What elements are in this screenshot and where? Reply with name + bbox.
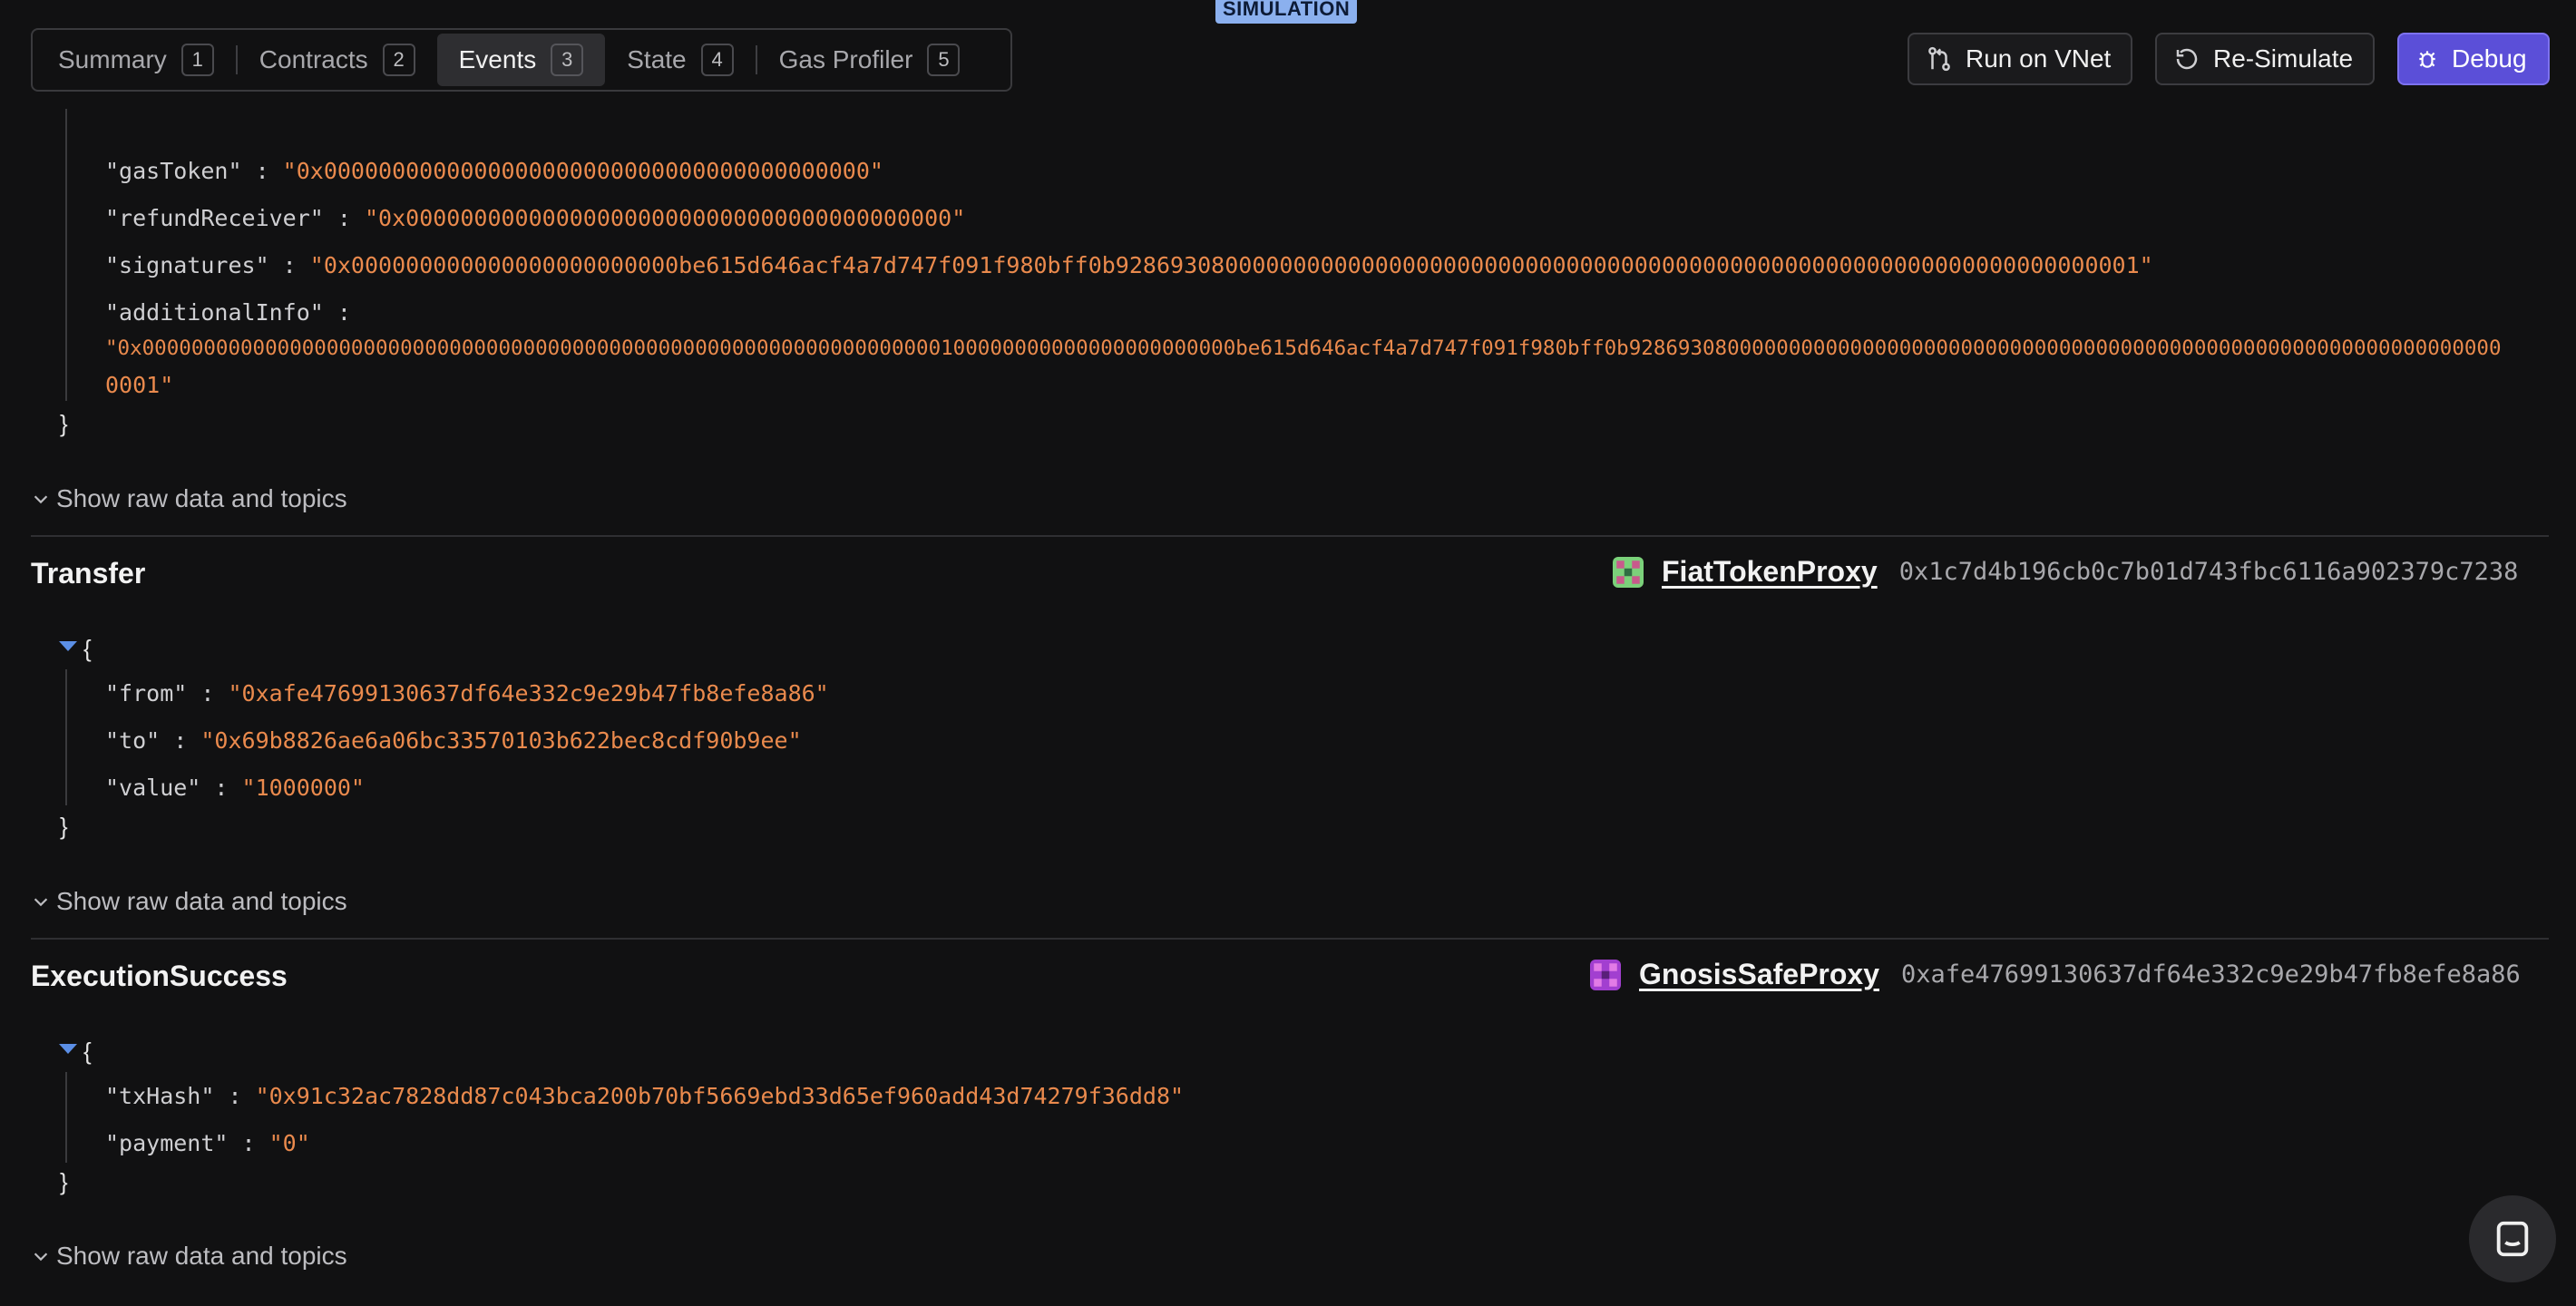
- json-close-brace: }: [60, 410, 68, 437]
- json-field: "refundReceiver" : "0x000000000000000000…: [105, 205, 966, 231]
- event-contract: GnosisSafeProxy 0xafe47699130637df64e332…: [1590, 958, 2521, 991]
- json-close-brace: }: [60, 1168, 68, 1195]
- chevron-down-icon: [34, 1252, 48, 1262]
- contract-avatar-icon: [1590, 959, 1621, 990]
- json-indent-guide: [65, 669, 67, 805]
- json-field: "gasToken" : "0x000000000000000000000000…: [105, 158, 883, 184]
- show-raw-data-toggle[interactable]: Show raw data and topics: [31, 484, 347, 513]
- collapse-caret-icon[interactable]: [59, 1044, 77, 1054]
- run-on-vnet-button[interactable]: Run on VNet: [1908, 33, 2132, 85]
- chat-launcher-button[interactable]: [2469, 1195, 2556, 1282]
- event-name: Transfer: [31, 557, 146, 590]
- tab-label: Contracts: [259, 45, 368, 73]
- json-open-brace: {: [83, 1038, 92, 1065]
- simulation-badge: SIMULATION: [1215, 0, 1358, 24]
- chevron-down-icon: [34, 898, 48, 907]
- json-field: "signatures" : "0x0000000000000000000000…: [105, 252, 2153, 278]
- json-open-brace: {: [83, 635, 92, 662]
- json-value: "0x0000000000000000000000000000000000000…: [105, 336, 2502, 360]
- tab-events[interactable]: Events 3: [436, 34, 606, 86]
- event-divider: [31, 938, 2549, 940]
- bug-icon: [2419, 51, 2435, 68]
- tab-contracts[interactable]: Contracts 2: [238, 34, 437, 86]
- tab-gas-profiler[interactable]: Gas Profiler 5: [757, 34, 982, 86]
- json-indent-guide: [65, 1072, 67, 1163]
- tab-shortcut: 5: [927, 44, 961, 76]
- json-field: "additionalInfo" :: [105, 299, 365, 326]
- contract-name-link[interactable]: FiatTokenProxy: [1662, 555, 1878, 589]
- tab-shortcut: 4: [700, 44, 734, 76]
- tab-shortcut: 3: [551, 44, 584, 76]
- show-raw-data-toggle[interactable]: Show raw data and topics: [31, 1242, 347, 1271]
- tab-state[interactable]: State 4: [605, 34, 755, 86]
- event-contract: FiatTokenProxy 0x1c7d4b196cb0c7b01d743fb…: [1613, 555, 2518, 589]
- tab-label: Events: [458, 45, 537, 73]
- tab-label: Summary: [58, 45, 167, 73]
- contract-address: 0xafe47699130637df64e332c9e29b47fb8efe8a…: [1901, 960, 2521, 989]
- re-simulate-button[interactable]: Re-Simulate: [2155, 33, 2375, 85]
- json-indent-guide: [65, 109, 67, 401]
- tab-shortcut: 2: [382, 44, 415, 76]
- tab-summary[interactable]: Summary 1: [36, 34, 236, 86]
- chat-icon: [2496, 1221, 2529, 1257]
- show-raw-label: Show raw data and topics: [56, 1242, 347, 1270]
- re-simulate-label: Re-Simulate: [2213, 44, 2354, 73]
- json-field: "to" : "0x69b8826ae6a06bc33570103b622bec…: [105, 727, 802, 754]
- event-name: ExecutionSuccess: [31, 960, 288, 992]
- json-field: "from" : "0xafe47699130637df64e332c9e29b…: [105, 680, 829, 707]
- debug-button[interactable]: Debug: [2397, 33, 2550, 85]
- run-on-vnet-label: Run on VNet: [1966, 44, 2112, 73]
- show-raw-label: Show raw data and topics: [56, 484, 347, 512]
- show-raw-label: Show raw data and topics: [56, 887, 347, 915]
- tab-label: Gas Profiler: [778, 45, 913, 73]
- tab-bar: Summary 1 Contracts 2 Events 3 State 4 Gas P…: [31, 28, 1012, 92]
- json-field: "txHash" : "0x91c32ac7828dd87c043bca200b…: [105, 1083, 1185, 1109]
- chevron-down-icon: [34, 495, 48, 504]
- tab-shortcut: 1: [181, 44, 214, 76]
- json-field: "payment" : "0": [105, 1130, 310, 1156]
- collapse-caret-icon[interactable]: [59, 641, 77, 651]
- debug-label: Debug: [2452, 44, 2527, 73]
- json-field: "value" : "1000000": [105, 775, 365, 801]
- show-raw-data-toggle[interactable]: Show raw data and topics: [31, 887, 347, 916]
- event-divider: [31, 535, 2549, 537]
- json-close-brace: }: [60, 813, 68, 840]
- contract-address: 0x1c7d4b196cb0c7b01d743fbc6116a902379c72…: [1898, 558, 2519, 586]
- contract-avatar-icon: [1613, 556, 1644, 588]
- contract-name-link[interactable]: GnosisSafeProxy: [1639, 958, 1879, 991]
- refresh-icon: [2176, 48, 2198, 70]
- json-value: 0001": [105, 372, 174, 398]
- tab-label: State: [627, 45, 687, 73]
- branch-icon: [1928, 46, 1950, 72]
